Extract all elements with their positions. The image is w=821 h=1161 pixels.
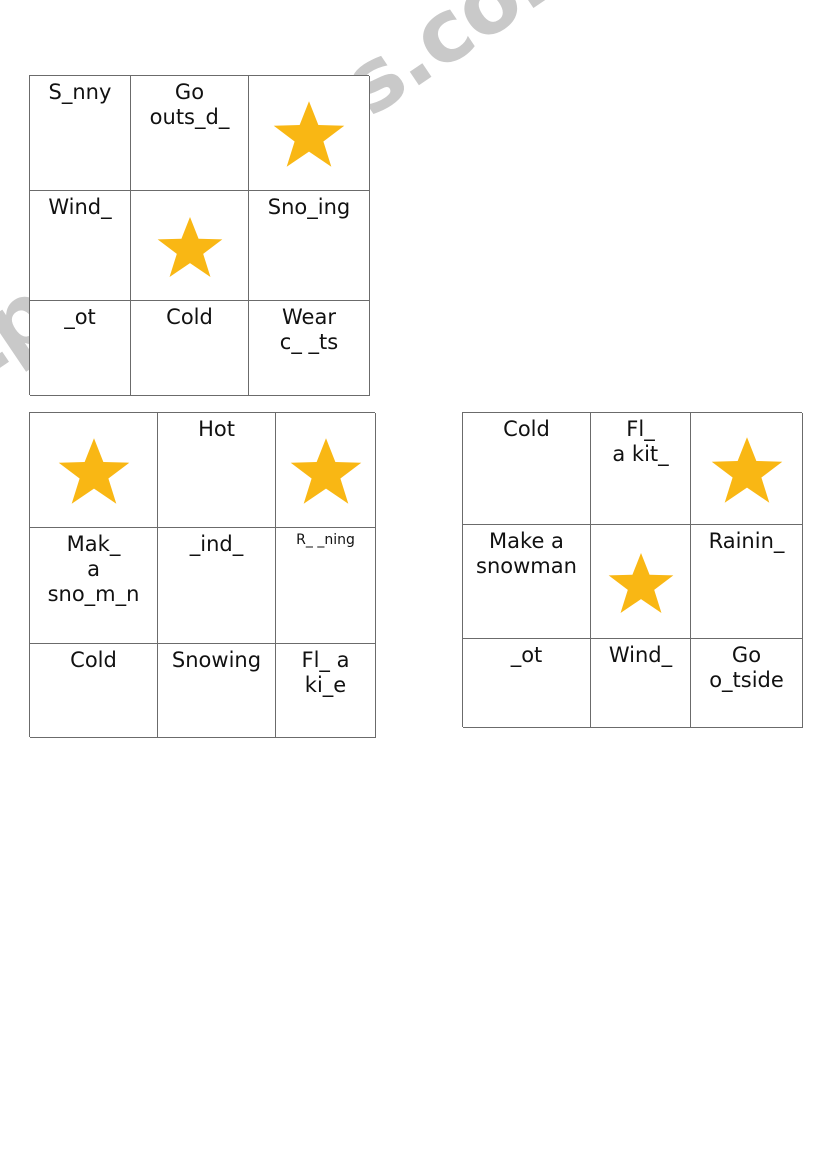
bingo-cell-label: R_ _ning [296,532,355,548]
bingo-cell[interactable]: Cold [131,301,249,396]
bingo-cell[interactable]: Wind_ [30,191,131,301]
bingo-cell-label: Wind_ [608,643,673,667]
bingo-cell[interactable]: Wear c_ _ts [249,301,370,396]
bingo-cell-label: _ot [64,305,96,329]
bingo-cell-label: Fl_ a kit_ [612,417,669,466]
star-icon [58,438,129,504]
bingo-cell-label: S_nny [48,80,112,104]
bingo-cell[interactable]: Wind_ [591,639,691,728]
bingo-cell-label: Cold [70,648,117,672]
bingo-cell[interactable]: Sno_ing [249,191,370,301]
bingo-cell-label: Mak_ a sno_m_n [47,532,140,606]
bingo-cell-label: Hot [198,417,235,441]
star-icon [157,216,222,277]
bingo-cell-label: Go outs_d_ [149,80,230,129]
bingo-cell-star[interactable] [276,413,376,528]
bingo-cell[interactable]: Hot [158,413,276,528]
bingo-cell[interactable]: Make a snowman [463,525,591,639]
bingo-cell[interactable]: S_nny [30,76,131,191]
bingo-cell[interactable]: _ot [463,639,591,728]
bingo-cell-label: Wind_ [48,195,112,219]
bingo-cell[interactable]: Mak_ a sno_m_n [30,528,158,644]
bingo-cell[interactable]: Fl_ a ki_e [276,644,376,738]
bingo-cell[interactable]: Cold [30,644,158,738]
bingo-cell-label: Wear c_ _ts [279,305,339,354]
bingo-cell-label: Snowing [171,648,262,672]
worksheet-page: ESLprintables.com S_nnyGo outs_d_Wind_Sn… [0,0,821,1161]
bingo-card-2: Hot Mak_ a sno_m_n _ind_ R_ _ning Cold Snowin… [29,412,376,738]
bingo-cell[interactable]: R_ _ning [276,528,376,644]
bingo-cell-label: Cold [503,417,550,441]
bingo-cell-label: _ot [510,643,543,667]
bingo-cell[interactable]: Rainin_ [691,525,803,639]
bingo-card-3: Cold Fl_ a kit_ Make a snowman Rainin_ _ot Wi… [462,412,803,728]
bingo-cell[interactable]: Snowing [158,644,276,738]
bingo-cell-star[interactable] [691,413,803,525]
bingo-cell-label: Rainin_ [708,529,785,553]
bingo-cell-label: Cold [166,305,213,329]
bingo-cell[interactable]: Go o_tside [691,639,803,728]
star-icon [273,101,345,167]
bingo-cell-label: Go o_tside [709,643,784,692]
bingo-cell-star[interactable] [30,413,158,528]
bingo-cell[interactable]: _ind_ [158,528,276,644]
bingo-card-1: S_nny Go outs_d_ Wind_ Sno_ing _ot Cold Wear c… [29,75,370,396]
star-icon [290,438,361,504]
bingo-cell-label: Make a snowman [476,529,577,578]
bingo-cell-label: Sno_ing [267,195,351,219]
bingo-cell-label: _ind_ [189,532,244,556]
bingo-cell[interactable]: _ot [30,301,131,396]
bingo-cell[interactable]: Cold [463,413,591,525]
bingo-cell[interactable]: Fl_ a kit_ [591,413,691,525]
bingo-cell-star[interactable] [249,76,370,191]
bingo-cell-star[interactable] [131,191,249,301]
star-icon [608,552,673,613]
bingo-cell-label: Fl_ a ki_e [301,648,350,697]
bingo-cell-star[interactable] [591,525,691,639]
star-icon [711,436,782,503]
bingo-cell[interactable]: Go outs_d_ [131,76,249,191]
